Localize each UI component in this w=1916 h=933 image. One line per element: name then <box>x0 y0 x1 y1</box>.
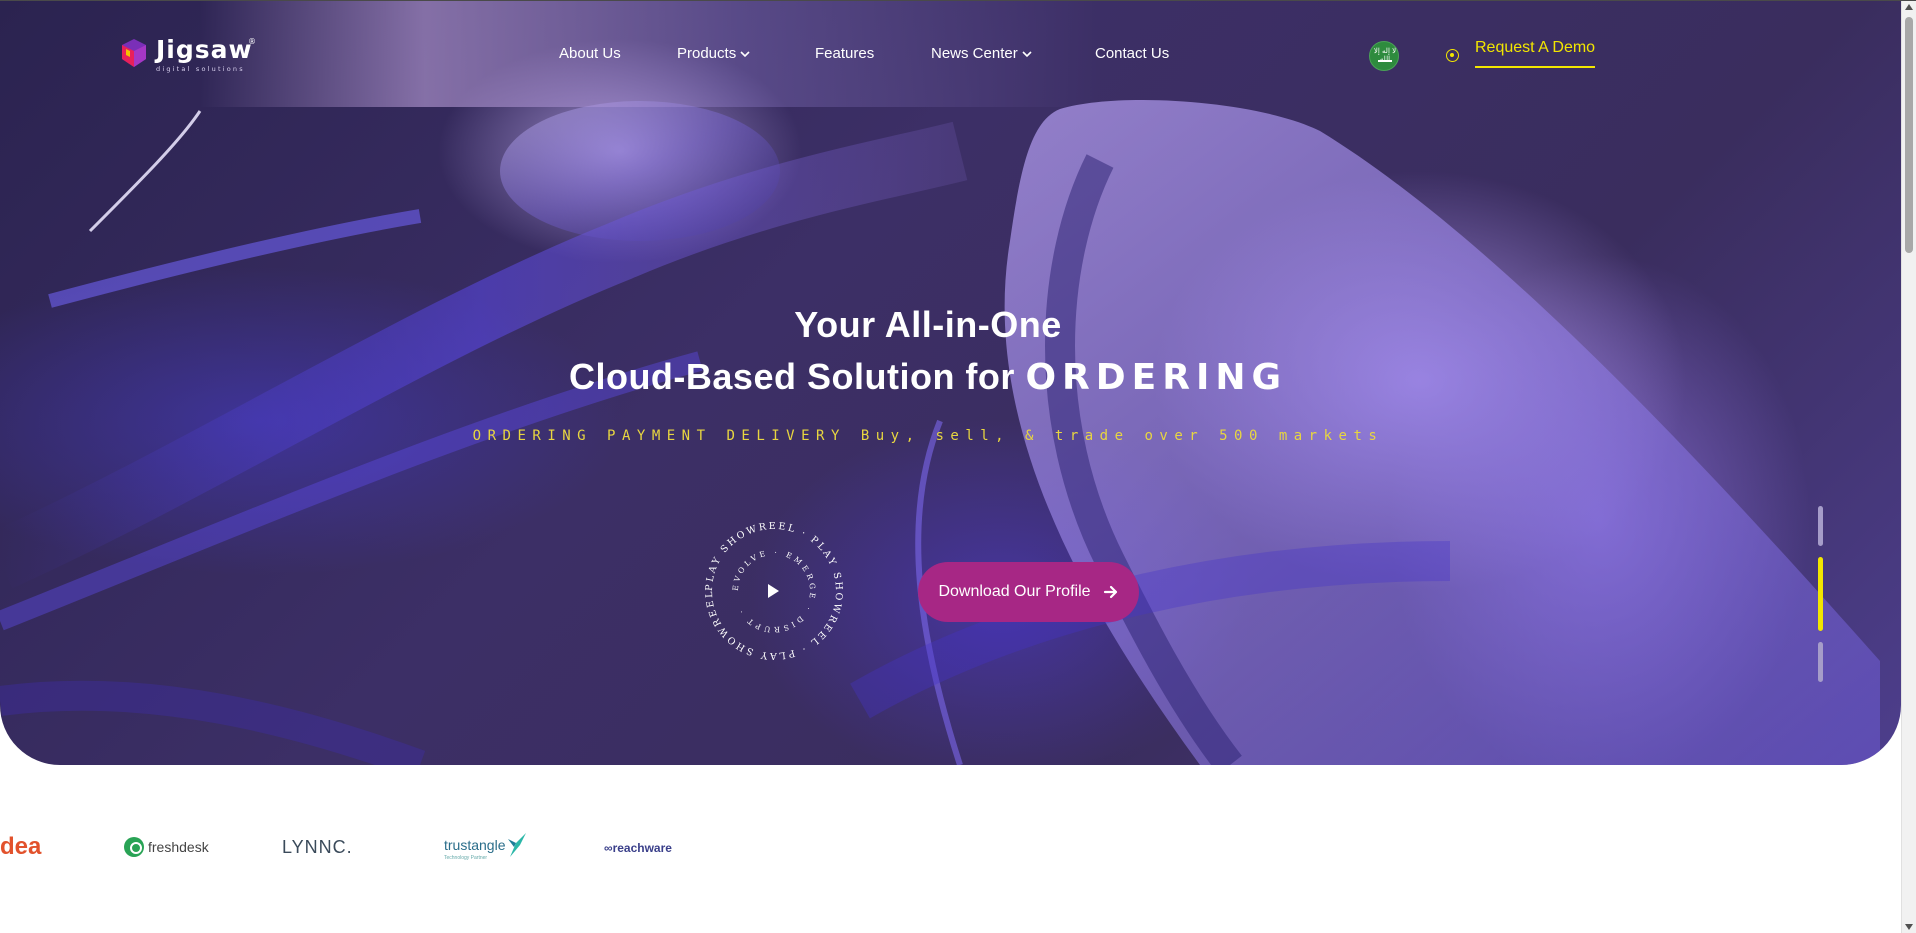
nav-about-us[interactable]: About Us <box>559 45 621 62</box>
partner-logo-trustangle: trustangle Technology Partner <box>444 833 526 861</box>
hero-subline: ORDERING PAYMENT DELIVERY Buy, sell, & t… <box>472 428 1384 444</box>
partner-logo-reachware: ∞reachware <box>604 841 672 855</box>
slide-indicator-2[interactable] <box>1818 557 1823 631</box>
nav-news-center-label: News Center <box>931 45 1018 62</box>
registered-mark: ® <box>248 37 256 46</box>
brand-name: Jigsaw <box>156 35 253 64</box>
freshdesk-icon <box>124 837 144 857</box>
headline-line2-wrap: Cloud-Based Solution for ORDERING <box>0 351 1856 404</box>
trustangle-name: trustangle <box>444 837 506 853</box>
hero-section: Jigsaw ® digital solutions About Us Prod… <box>0 1 1901 765</box>
chevron-down-icon <box>740 51 750 58</box>
rotating-word: ORDERING <box>1025 357 1288 398</box>
hummingbird-icon <box>508 833 526 857</box>
scroll-up-arrow-icon[interactable] <box>1905 4 1913 10</box>
partner-logo-lynnc: LYNNC. <box>282 837 353 857</box>
brand-tagline: digital solutions <box>156 65 245 73</box>
partner-logos-strip: dea freshdesk LYNNC. trustangle Technolo… <box>0 821 1900 881</box>
nav-products[interactable]: Products <box>677 45 750 62</box>
nav-contact-us[interactable]: Contact Us <box>1095 45 1169 62</box>
partner-logo-freshdesk: freshdesk <box>124 837 209 857</box>
brand-logo[interactable]: Jigsaw ® digital solutions <box>116 33 258 77</box>
headline-line1: Your All-in-One <box>794 304 1062 345</box>
freshdesk-name: freshdesk <box>148 839 209 855</box>
trustangle-tag: Technology Partner <box>444 855 488 861</box>
page: Jigsaw ® digital solutions About Us Prod… <box>0 0 1916 933</box>
slide-indicator-1[interactable] <box>1818 506 1823 546</box>
jigsaw-logo-icon <box>122 39 146 67</box>
reachware-name: reachware <box>612 841 672 855</box>
target-dot-icon <box>1446 49 1459 62</box>
scrollbar-thumb[interactable] <box>1905 17 1913 253</box>
download-profile-label: Download Our Profile <box>938 583 1091 600</box>
arrow-right-icon <box>1103 585 1117 599</box>
download-profile-button[interactable]: Download Our Profile <box>918 562 1139 622</box>
headline-line2: Cloud-Based Solution for <box>568 356 1015 397</box>
nav-features[interactable]: Features <box>815 45 874 62</box>
language-flag-button[interactable]: لا إله إلا الله <box>1369 41 1399 71</box>
page-scrollbar[interactable] <box>1901 1 1916 933</box>
flag-sword <box>1378 60 1392 62</box>
nav-features-label: Features <box>815 45 875 62</box>
nav-contact-us-label: Contact Us <box>1095 45 1170 62</box>
nav-about-us-label: About Us <box>559 45 621 62</box>
request-demo-link[interactable]: Request A Demo <box>1475 39 1596 68</box>
chevron-down-icon <box>1022 51 1032 58</box>
partner-logo-dea: dea <box>0 833 42 860</box>
play-showreel-button[interactable]: PLAY SHOWREEL · PLAY SHOWREEL · PLAY SHO… <box>699 511 846 663</box>
slide-indicator-3[interactable] <box>1818 642 1823 682</box>
hero-headline: Your All-in-One Cloud-Based Solution for… <box>0 299 1856 404</box>
nav-news-center[interactable]: News Center <box>931 45 1032 62</box>
scroll-down-arrow-icon[interactable] <box>1905 924 1913 930</box>
play-icon <box>768 584 779 598</box>
nav-products-label: Products <box>677 45 737 62</box>
reachware-icon: ∞ <box>604 841 613 855</box>
